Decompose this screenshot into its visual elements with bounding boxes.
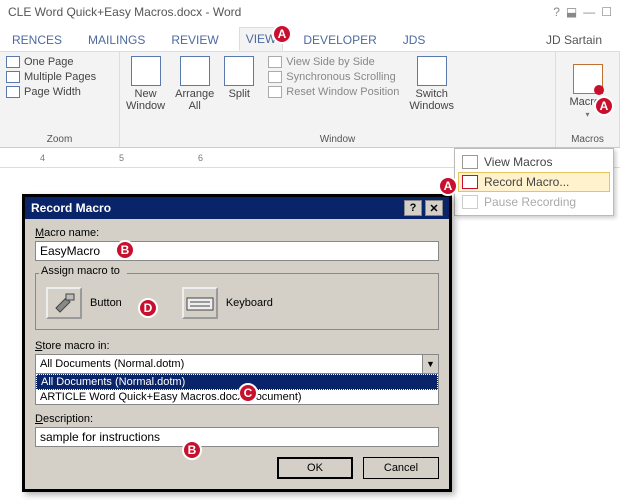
switch-windows-icon bbox=[417, 56, 447, 86]
tab-developer[interactable]: DEVELOPER bbox=[297, 29, 382, 51]
store-macro-label: Store macro in: bbox=[35, 340, 439, 352]
ribbon-group-window: New Window Arrange All Split View Side b… bbox=[120, 52, 556, 147]
keyboard-icon bbox=[182, 287, 218, 319]
arrange-all-icon bbox=[180, 56, 210, 86]
tab-review[interactable]: REVIEW bbox=[165, 29, 224, 51]
ribbon-tabs: RENCES MAILINGS REVIEW VIEW DEVELOPER JD… bbox=[0, 24, 620, 52]
badge-b: B bbox=[182, 440, 202, 460]
menu-view-macros[interactable]: View Macros bbox=[458, 152, 610, 172]
tab-jds[interactable]: JDS bbox=[397, 29, 432, 51]
view-side-by-side-button[interactable]: View Side by Side bbox=[268, 56, 399, 68]
badge-c: C bbox=[238, 383, 258, 403]
description-label: Description: bbox=[35, 413, 439, 425]
ribbon: One Page Multiple Pages Page Width Zoom … bbox=[0, 52, 620, 148]
arrange-all-button[interactable]: Arrange All bbox=[175, 56, 214, 112]
side-by-side-icon bbox=[268, 56, 282, 68]
ribbon-group-label: Macros bbox=[562, 134, 613, 145]
badge-a: A bbox=[438, 176, 458, 196]
badge-d: D bbox=[138, 298, 158, 318]
dialog-close-button[interactable]: ✕ bbox=[425, 200, 443, 216]
dialog-help-button[interactable]: ? bbox=[404, 200, 422, 216]
menu-record-macro[interactable]: Record Macro... bbox=[458, 172, 610, 192]
view-macros-icon bbox=[462, 155, 478, 169]
badge-a: A bbox=[272, 24, 292, 44]
macro-name-label: Macro name: bbox=[35, 227, 439, 239]
assign-to-keyboard[interactable]: Keyboard bbox=[182, 287, 273, 319]
reset-position-icon bbox=[268, 86, 282, 98]
minimize-icon[interactable]: — bbox=[583, 5, 595, 19]
ribbon-group-label: Window bbox=[126, 134, 549, 145]
ribbon-group-zoom: One Page Multiple Pages Page Width Zoom bbox=[0, 52, 120, 147]
multiple-pages-icon bbox=[6, 71, 20, 83]
pause-icon bbox=[462, 195, 478, 209]
description-input[interactable] bbox=[35, 427, 439, 447]
tab-mailings[interactable]: MAILINGS bbox=[82, 29, 151, 51]
split-icon bbox=[224, 56, 254, 86]
store-option[interactable]: All Documents (Normal.dotm) bbox=[36, 374, 438, 390]
switch-windows-button[interactable]: Switch Windows bbox=[409, 56, 454, 112]
one-page-button[interactable]: One Page bbox=[6, 56, 113, 68]
hammer-icon bbox=[46, 287, 82, 319]
reset-window-position-button: Reset Window Position bbox=[268, 86, 399, 98]
tab-references[interactable]: RENCES bbox=[6, 29, 68, 51]
record-macro-dialog: Record Macro ? ✕ Macro name: Assign macr… bbox=[22, 194, 452, 492]
macros-dropdown: View Macros Record Macro... Pause Record… bbox=[454, 148, 614, 216]
store-macro-combo[interactable]: All Documents (Normal.dotm) ▼ bbox=[35, 354, 439, 374]
new-window-button[interactable]: New Window bbox=[126, 56, 165, 112]
assign-to-button[interactable]: Button bbox=[46, 287, 122, 319]
ribbon-group-label: Zoom bbox=[6, 134, 113, 145]
store-macro-options: All Documents (Normal.dotm) ARTICLE Word… bbox=[35, 374, 439, 405]
badge-a: A bbox=[594, 96, 614, 116]
dialog-title-bar: Record Macro ? ✕ bbox=[25, 197, 449, 219]
sync-scrolling-button: Synchronous Scrolling bbox=[268, 71, 399, 83]
split-button[interactable]: Split bbox=[224, 56, 254, 100]
macros-icon bbox=[573, 64, 603, 94]
badge-b: B bbox=[115, 240, 135, 260]
one-page-icon bbox=[6, 56, 20, 68]
help-icon[interactable]: ? bbox=[553, 5, 560, 19]
dialog-title: Record Macro bbox=[31, 201, 111, 215]
multiple-pages-button[interactable]: Multiple Pages bbox=[6, 71, 113, 83]
page-width-button[interactable]: Page Width bbox=[6, 86, 113, 98]
chevron-down-icon[interactable]: ▼ bbox=[422, 355, 438, 373]
document-title: CLE Word Quick+Easy Macros.docx - Word bbox=[8, 5, 241, 19]
maximize-icon[interactable]: ☐ bbox=[601, 5, 612, 19]
chevron-down-icon: ▾ bbox=[585, 110, 589, 119]
title-bar: CLE Word Quick+Easy Macros.docx - Word ?… bbox=[0, 0, 620, 24]
store-option[interactable]: ARTICLE Word Quick+Easy Macros.docx (doc… bbox=[36, 390, 438, 404]
new-window-icon bbox=[131, 56, 161, 86]
ribbon-collapse-icon[interactable]: ⬓ bbox=[566, 5, 577, 19]
record-macro-icon bbox=[462, 175, 478, 189]
macro-name-input[interactable] bbox=[35, 241, 439, 261]
page-width-icon bbox=[6, 86, 20, 98]
assign-macro-fieldset: Assign macro to Button Keyboard bbox=[35, 273, 439, 330]
sync-scroll-icon bbox=[268, 71, 282, 83]
account-user[interactable]: JD Sartain bbox=[540, 29, 608, 51]
menu-pause-recording: Pause Recording bbox=[458, 192, 610, 212]
cancel-button[interactable]: Cancel bbox=[363, 457, 439, 479]
ok-button[interactable]: OK bbox=[277, 457, 353, 479]
